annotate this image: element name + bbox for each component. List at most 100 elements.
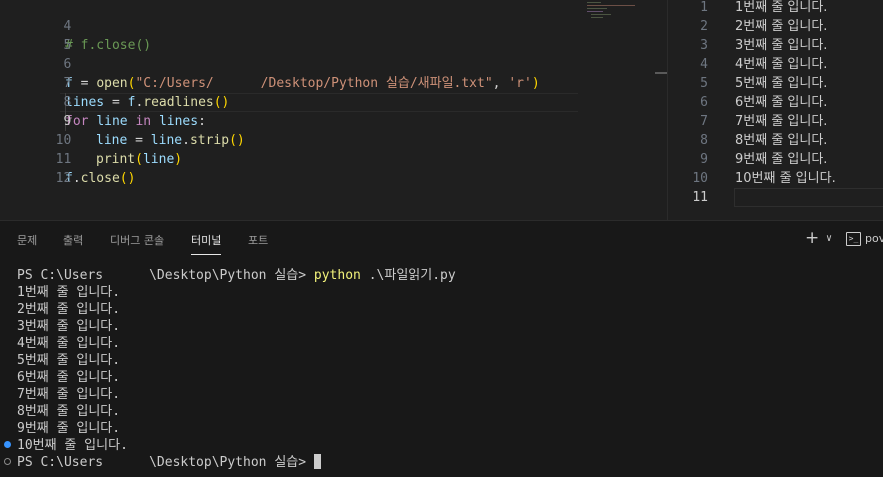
code-token: () bbox=[119, 171, 136, 186]
code-token: = bbox=[104, 95, 128, 110]
line-number: 10 bbox=[55, 133, 72, 148]
terminal-output-line: 10번째 줄 입니다. bbox=[17, 438, 128, 453]
line-text: 9번째 줄 입니다. bbox=[735, 152, 828, 167]
code-line[interactable]: 8 for line in lines: bbox=[0, 74, 205, 129]
terminal-command: python bbox=[313, 268, 361, 283]
code-line[interactable]: 7 lines = f.readlines() bbox=[0, 55, 229, 110]
line-number: 3 bbox=[700, 38, 708, 53]
text-file-editor[interactable]: 1 1번째 줄 입니다. 2 2번째 줄 입니다. 3 3번째 줄 입니다. 4 4번째… bbox=[668, 0, 883, 220]
code-token: readlines bbox=[143, 95, 214, 110]
line-text: 3번째 줄 입니다. bbox=[735, 38, 828, 53]
code-token: line bbox=[96, 114, 128, 129]
code-token: lines bbox=[158, 114, 199, 129]
prompt-suffix: \Desktop\Python 실습> bbox=[149, 455, 307, 470]
line-number: 7 bbox=[700, 114, 708, 129]
command-success-decoration-icon[interactable] bbox=[4, 441, 11, 448]
line-number: 12 bbox=[55, 171, 72, 186]
code-line[interactable]: 4 # f.close() bbox=[0, 0, 151, 53]
line-number: 5 bbox=[700, 76, 708, 91]
chevron-down-icon[interactable]: ∨ bbox=[826, 233, 832, 244]
code-line[interactable]: 9 line = line.strip() bbox=[0, 93, 244, 148]
code-keyword: in bbox=[127, 114, 159, 129]
line-number: 10 bbox=[692, 171, 708, 186]
code-line[interactable]: 5 bbox=[0, 17, 71, 53]
terminal-output-line: 5번째 줄 입니다. bbox=[17, 353, 121, 368]
terminal-output[interactable]: PS C:\Users \Desktop\Python 실습> python .\… bbox=[0, 265, 883, 477]
minimap[interactable] bbox=[585, 0, 653, 220]
line-text: 7번째 줄 입니다. bbox=[735, 114, 828, 129]
code-token: = bbox=[127, 133, 151, 148]
terminal-prompt-line: PS C:\Users \Desktop\Python 실습> bbox=[17, 454, 321, 471]
tab-ports[interactable]: 포트 bbox=[248, 232, 268, 248]
line-number: 9 bbox=[700, 152, 708, 167]
tab-output[interactable]: 출력 bbox=[63, 232, 83, 248]
code-line[interactable]: 11 f.close() bbox=[0, 131, 136, 186]
prompt-prefix: PS C:\Users bbox=[17, 268, 104, 283]
code-token: open bbox=[96, 76, 128, 91]
line-number: 5 bbox=[63, 38, 72, 53]
code-token: . bbox=[72, 171, 81, 186]
code-token: : bbox=[198, 114, 206, 129]
current-line-highlight bbox=[734, 188, 883, 207]
line-text: 8번째 줄 입니다. bbox=[735, 133, 828, 148]
line-number: 11 bbox=[55, 152, 72, 167]
terminal-command-arg: .\파일읽기.py bbox=[360, 268, 456, 283]
code-editor[interactable]: 4 # f.close() 5 6 f = open("C:/Users/ /D… bbox=[0, 0, 585, 220]
prompt-prefix: PS C:\Users bbox=[17, 455, 104, 470]
code-token: , bbox=[492, 76, 509, 91]
line-text: 2번째 줄 입니다. bbox=[735, 19, 828, 34]
code-token: line bbox=[142, 152, 175, 167]
line-number: 4 bbox=[63, 19, 72, 34]
code-token: ) bbox=[174, 152, 183, 167]
line-number: 6 bbox=[700, 95, 708, 110]
terminal-shell-icon[interactable]: >_ bbox=[846, 232, 861, 246]
line-text: 4번째 줄 입니다. bbox=[735, 57, 828, 72]
code-token: strip bbox=[189, 133, 230, 148]
terminal-output-line: 2번째 줄 입니다. bbox=[17, 302, 121, 317]
terminal-output-line: 1번째 줄 입니다. bbox=[17, 285, 121, 300]
terminal-output-line: 3번째 줄 입니다. bbox=[17, 319, 121, 334]
command-pending-decoration-icon[interactable] bbox=[4, 458, 11, 465]
code-string: 'r' bbox=[508, 76, 532, 91]
new-terminal-plus-icon[interactable]: + bbox=[805, 228, 819, 248]
terminal-output-line: 6번째 줄 입니다. bbox=[17, 370, 121, 385]
code-token: close bbox=[80, 171, 120, 186]
line-text: 1번째 줄 입니다. bbox=[735, 0, 828, 15]
line-number: 6 bbox=[63, 57, 72, 72]
line-text: 6번째 줄 입니다. bbox=[735, 95, 828, 110]
tab-problems[interactable]: 문제 bbox=[17, 232, 37, 248]
terminal-output-line: 8번째 줄 입니다. bbox=[17, 404, 121, 419]
terminal-output-line: 4번째 줄 입니다. bbox=[17, 336, 121, 351]
code-token: ) bbox=[531, 76, 540, 91]
terminal-output-line: 7번째 줄 입니다. bbox=[17, 387, 121, 402]
code-token: () bbox=[229, 133, 245, 148]
terminal-shell-label[interactable]: pov bbox=[865, 232, 883, 245]
line-number: 8 bbox=[700, 133, 708, 148]
editor-scrollbar[interactable] bbox=[653, 0, 667, 220]
line-number: 9 bbox=[63, 114, 72, 129]
terminal-cursor bbox=[313, 454, 321, 469]
code-comment: # f.close() bbox=[65, 38, 152, 53]
code-line[interactable]: 10 print(line) bbox=[0, 112, 182, 167]
code-token: = bbox=[72, 76, 97, 91]
code-token: ( bbox=[135, 152, 143, 167]
line-text: 5번째 줄 입니다. bbox=[735, 76, 828, 91]
terminal-output-line: 9번째 줄 입니다. bbox=[17, 421, 121, 436]
prompt-suffix: \Desktop\Python 실습> bbox=[149, 268, 307, 283]
code-token: () bbox=[213, 95, 230, 110]
tab-terminal[interactable]: 터미널 bbox=[191, 232, 222, 255]
tab-debug-console[interactable]: 디버그 콘솔 bbox=[110, 232, 164, 248]
panel-tab-bar: 문제 출력 디버그 콘솔 터미널 포트 + ∨ >_ pov bbox=[0, 221, 883, 257]
bottom-panel: 문제 출력 디버그 콘솔 터미널 포트 + ∨ >_ pov PS C:\Use… bbox=[0, 220, 883, 477]
code-token: print bbox=[96, 152, 136, 167]
terminal-prompt-line: PS C:\Users \Desktop\Python 실습> python .\… bbox=[17, 267, 456, 284]
line-number: 11 bbox=[692, 190, 708, 205]
line-number: 7 bbox=[63, 76, 72, 91]
code-token: line bbox=[96, 133, 128, 148]
line-number: 1 bbox=[700, 0, 708, 15]
code-token: line bbox=[150, 133, 183, 148]
code-token: . bbox=[182, 133, 190, 148]
code-line[interactable]: 6 f = open("C:/Users/ /Desktop/Python 실습… bbox=[0, 36, 539, 91]
code-string: "C:/Users/ /Desktop/Python 실습/새파일.txt" bbox=[135, 76, 493, 91]
code-line[interactable]: 12 bbox=[0, 150, 72, 186]
